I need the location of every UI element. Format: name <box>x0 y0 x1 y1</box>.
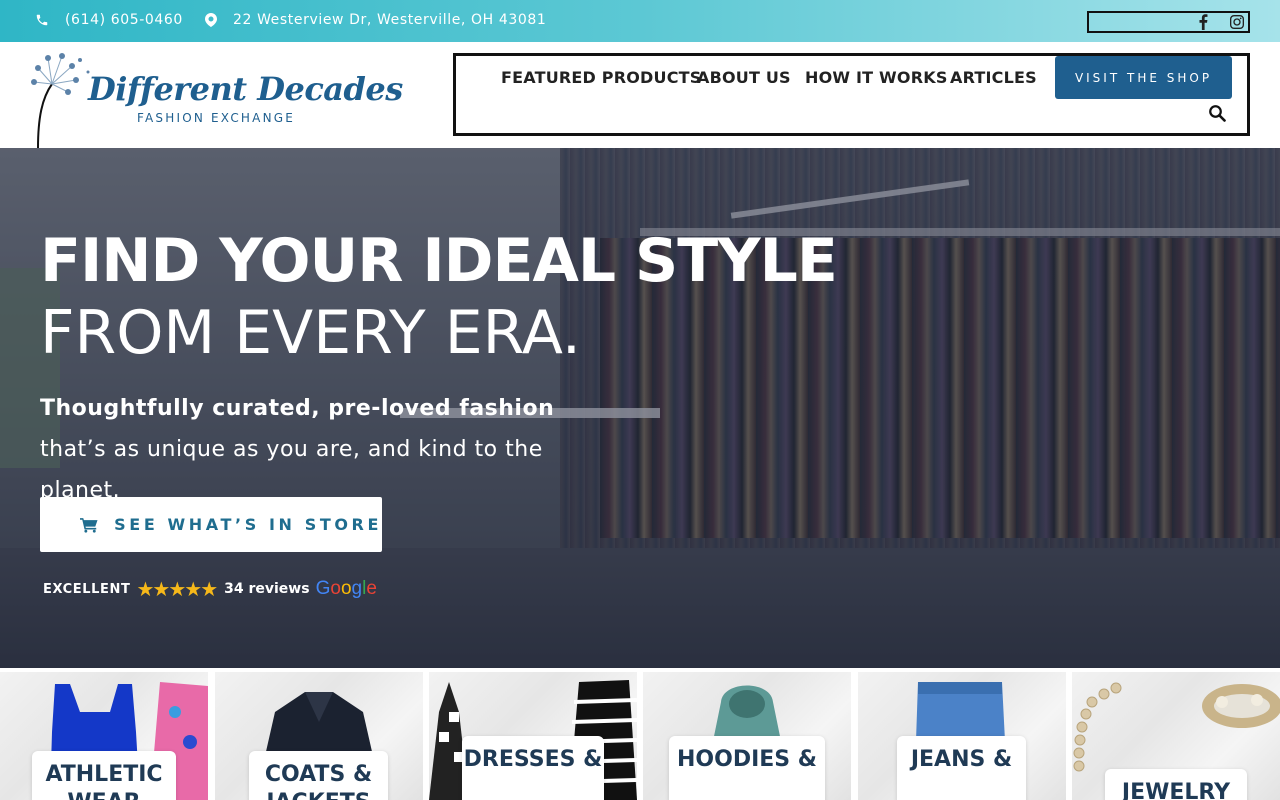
phone-number: (614) 605-0460 <box>65 12 183 28</box>
hero-subtitle-bold: Thoughtfully curated, pre-loved fashion <box>40 396 555 421</box>
hero-subtitle-rest: that’s as unique as you are, and kind to… <box>40 437 543 503</box>
category-tile-hoodies[interactable]: HOODIES & <box>643 672 851 800</box>
category-label-coats-jackets: COATS & JACKETS <box>249 751 388 800</box>
category-tile-jeans[interactable]: JEANS & <box>858 672 1066 800</box>
top-bar: (614) 605-0460 22 Westerview Dr, Westerv… <box>0 0 1280 42</box>
nav-how-it-works[interactable]: HOW IT WORKS <box>805 68 948 87</box>
main-nav: FEATURED PRODUCTS ABOUT US HOW IT WORKS … <box>453 53 1250 136</box>
category-strip: ATHLETIC WEAR COATS & JACKETS DRESSES & … <box>0 668 1280 800</box>
brand-name: Different Decades <box>88 70 403 108</box>
category-label-jewelry: JEWELRY <box>1105 769 1247 800</box>
hero-title-light: FROM EVERY ERA. <box>40 298 581 368</box>
instagram-icon[interactable] <box>1229 14 1245 30</box>
site-logo[interactable]: Different Decades FASHION EXCHANGE <box>28 48 403 148</box>
see-in-store-label: SEE WHAT’S IN STORE <box>114 515 382 534</box>
address-text: 22 Westerview Dr, Westerville, OH 43081 <box>233 12 547 28</box>
location-pin-icon <box>205 13 217 27</box>
hero-section: FIND YOUR IDEAL STYLE FROM EVERY ERA. Th… <box>0 148 1280 668</box>
brand-tagline: FASHION EXCHANGE <box>137 111 296 125</box>
category-tile-athletic-wear[interactable]: ATHLETIC WEAR <box>0 672 208 800</box>
nav-featured-products[interactable]: FEATURED PRODUCTS <box>501 68 702 87</box>
facebook-icon[interactable] <box>1197 14 1209 30</box>
star-rating-icon: ★★★★★ <box>136 577 218 601</box>
site-header: Different Decades FASHION EXCHANGE FEATU… <box>0 42 1280 148</box>
phone-icon <box>36 14 48 26</box>
phone-link[interactable]: (614) 605-0460 <box>35 12 183 28</box>
shopping-cart-icon <box>80 517 98 533</box>
search-icon[interactable] <box>1208 104 1226 122</box>
google-reviews-badge[interactable]: EXCELLENT ★★★★★ 34 reviews Google <box>43 577 377 601</box>
social-links <box>1087 11 1250 33</box>
review-rating-text: EXCELLENT <box>43 581 131 597</box>
nav-about-us[interactable]: ABOUT US <box>697 68 791 87</box>
category-label-hoodies: HOODIES & <box>669 736 825 800</box>
category-label-athletic-wear: ATHLETIC WEAR <box>32 751 176 800</box>
hero-title-bold: FIND YOUR IDEAL STYLE <box>40 226 838 296</box>
category-tile-dresses[interactable]: DRESSES & <box>429 672 637 800</box>
review-count: 34 reviews <box>224 581 310 597</box>
visit-shop-button[interactable]: VISIT THE SHOP <box>1055 56 1232 99</box>
category-tile-coats-jackets[interactable]: COATS & JACKETS <box>215 672 423 800</box>
hero-subtitle: Thoughtfully curated, pre-loved fashion … <box>40 388 600 511</box>
see-in-store-button[interactable]: SEE WHAT’S IN STORE <box>40 497 382 552</box>
google-logo: Google <box>315 578 377 599</box>
category-label-dresses: DRESSES & <box>462 736 604 800</box>
category-tile-jewelry[interactable]: JEWELRY <box>1072 672 1280 800</box>
category-label-jeans: JEANS & <box>897 736 1026 800</box>
nav-articles[interactable]: ARTICLES <box>950 68 1037 87</box>
address-link[interactable]: 22 Westerview Dr, Westerville, OH 43081 <box>205 12 546 28</box>
